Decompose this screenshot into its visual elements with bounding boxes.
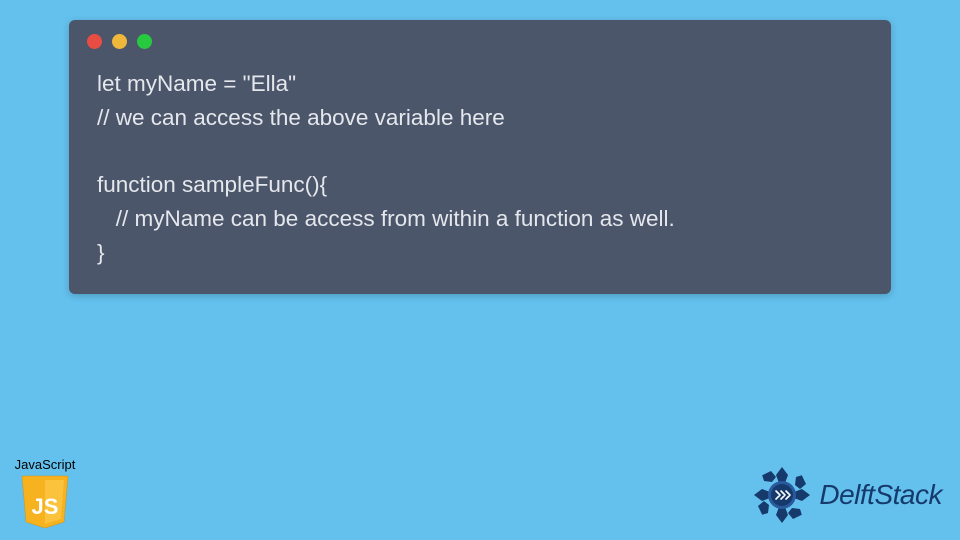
code-block: let myName = "Ella" // we can access the… <box>69 57 891 276</box>
javascript-badge: JavaScript JS <box>12 457 78 530</box>
code-window: let myName = "Ella" // we can access the… <box>69 20 891 294</box>
code-line: // myName can be access from within a fu… <box>97 206 675 231</box>
delftstack-brand: DelftStack <box>751 464 942 526</box>
window-titlebar <box>69 20 891 57</box>
minimize-icon <box>112 34 127 49</box>
maximize-icon <box>137 34 152 49</box>
code-line: } <box>97 240 105 265</box>
code-line: // we can access the above variable here <box>97 105 505 130</box>
delftstack-name: DelftStack <box>819 479 942 511</box>
javascript-label: JavaScript <box>12 457 78 472</box>
code-line: let myName = "Ella" <box>97 71 296 96</box>
javascript-shield-icon: JS <box>20 474 70 530</box>
close-icon <box>87 34 102 49</box>
code-line: function sampleFunc(){ <box>97 172 327 197</box>
js-logo-text: JS <box>32 494 59 519</box>
delftstack-logo-icon <box>751 464 813 526</box>
